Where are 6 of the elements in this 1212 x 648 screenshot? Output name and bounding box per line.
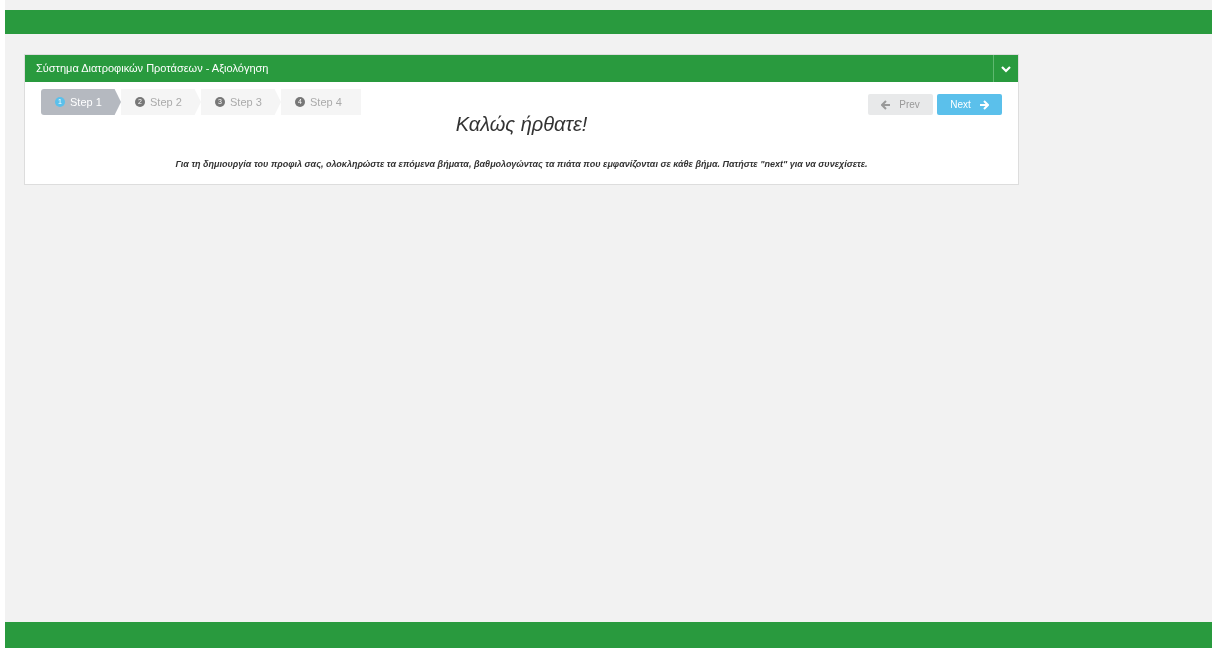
chevron-down-icon [1001,64,1011,73]
welcome-heading: Καλώς ήρθατε! [455,112,588,137]
arrow-left-icon [881,99,892,110]
arrow-right-icon [978,99,989,110]
intro-text: Για τη δημιουργία του προφιλ σας, ολοκληρώστε τα επόμενα βήματα, βαθμολογώντας τα πιάτα που εμφανίζονται σε κάθε βήμα. Πατήστε "next" για να συνεχίσετε. [175,158,868,171]
panel-title: Σύστημα Διατροφικών Προτάσεων - Αξιολόγηση [35,61,269,77]
